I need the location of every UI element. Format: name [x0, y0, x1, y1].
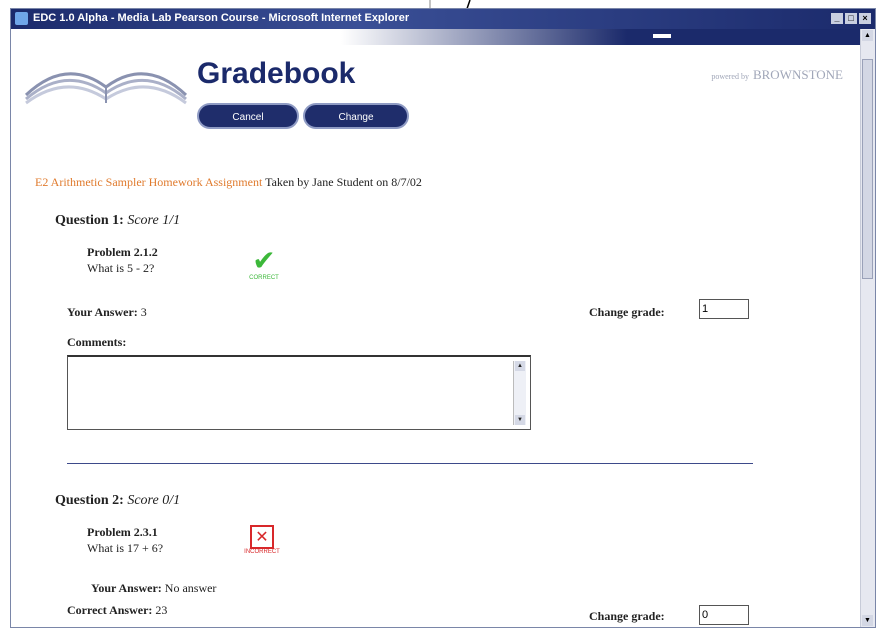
question-2-problem: Problem 2.3.1: [87, 525, 158, 539]
incorrect-label: INCORRECT: [244, 549, 280, 555]
correct-answer-label: Correct Answer:: [67, 603, 153, 617]
app-title: Gradebook: [197, 57, 356, 90]
window-controls: _ □ ×: [829, 12, 871, 24]
change-grade-label: Change grade:: [589, 305, 665, 319]
browser-window: EDC 1.0 Alpha - Media Lab Pearson Course…: [10, 8, 876, 628]
question-2-your-answer: Your Answer: No answer: [91, 581, 216, 596]
assignment-line: E2 Arithmetic Sampler Homework Assignmen…: [35, 175, 422, 190]
change-button[interactable]: Change: [303, 103, 409, 129]
scroll-down-icon[interactable]: ▼: [515, 415, 525, 425]
header-band: [341, 29, 861, 45]
ie-icon: [15, 12, 28, 25]
your-answer-value-2: No answer: [164, 581, 217, 595]
brand-name: BROWNSTONE: [752, 67, 843, 82]
question-divider: [67, 463, 753, 464]
comments-scrollbar[interactable]: ▲ ▼: [513, 361, 526, 425]
your-answer-value: 3: [140, 305, 147, 319]
your-answer-label-2: Your Answer:: [91, 581, 162, 595]
assignment-name[interactable]: E2 Arithmetic Sampler Homework Assignmen…: [35, 175, 262, 189]
cancel-button[interactable]: Cancel: [197, 103, 299, 129]
comments-label: Comments:: [67, 335, 127, 349]
gradebook-header: Gradebook powered by BROWNSTONE Cancel Ch…: [11, 29, 861, 149]
question-1-prompt: What is 5 - 2?: [87, 261, 155, 275]
question-1-your-answer: Your Answer: 3: [67, 305, 147, 320]
assignment-taken: Taken by Jane Student on 8/7/02: [262, 175, 422, 189]
change-grade-label-2: Change grade:: [589, 609, 665, 623]
incorrect-badge: ✕ INCORRECT: [237, 525, 287, 565]
question-2-prompt: What is 17 + 6?: [87, 541, 164, 555]
question-2-title: Question 2: Score 0/1: [55, 493, 180, 509]
question-1-problem: Problem 2.1.2: [87, 245, 158, 259]
minimize-button[interactable]: _: [831, 13, 843, 24]
scroll-down-arrow-icon[interactable]: ▼: [862, 615, 873, 626]
page-scrollbar[interactable]: ▲ ▼: [860, 29, 875, 627]
correct-answer-value: 23: [155, 603, 168, 617]
powered-prefix: powered by: [711, 72, 749, 81]
close-button[interactable]: ×: [859, 13, 871, 24]
scroll-up-icon[interactable]: ▲: [515, 361, 525, 371]
question-1-label: Question 1:: [55, 213, 124, 228]
powered-by: powered by BROWNSTONE: [711, 67, 843, 83]
question-1-grade-input[interactable]: [699, 299, 749, 319]
question-2-grade-input[interactable]: [699, 605, 749, 625]
comments-textarea[interactable]: ▲ ▼: [67, 355, 531, 430]
scroll-up-arrow-icon[interactable]: ▲: [862, 30, 873, 41]
question-1-title: Question 1: Score 1/1: [55, 213, 180, 229]
question-1-score: Score 1/1: [127, 213, 181, 228]
your-answer-label: Your Answer:: [67, 305, 138, 319]
check-icon: ✔: [252, 244, 276, 277]
question-2-label: Question 2:: [55, 493, 124, 508]
header-minimize-mark: [653, 34, 671, 38]
question-2-score: Score 0/1: [127, 493, 181, 508]
maximize-button[interactable]: □: [845, 13, 857, 24]
correct-label: CORRECT: [249, 275, 279, 281]
correct-badge: ✔ CORRECT: [239, 247, 289, 287]
question-2-correct-answer: Correct Answer: 23: [67, 603, 167, 618]
title-bar: EDC 1.0 Alpha - Media Lab Pearson Course…: [11, 9, 875, 29]
x-icon: ✕: [250, 525, 274, 549]
scroll-thumb[interactable]: [862, 59, 873, 279]
window-title: EDC 1.0 Alpha - Media Lab Pearson Course…: [33, 12, 410, 24]
open-book-logo: [24, 72, 188, 105]
gradebook-content: E2 Arithmetic Sampler Homework Assignmen…: [11, 149, 861, 627]
